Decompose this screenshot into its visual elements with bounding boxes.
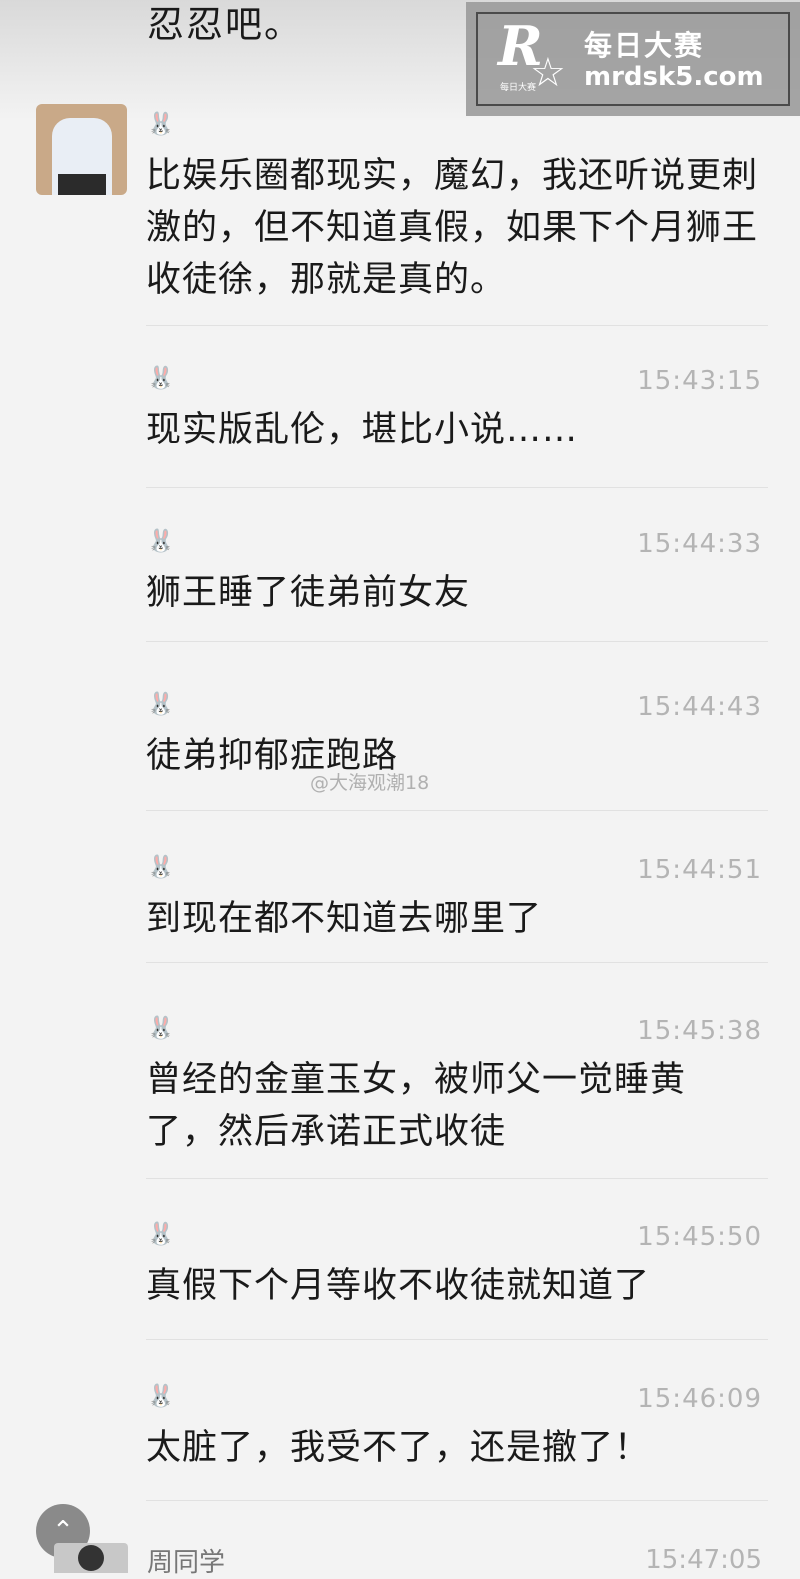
weibo-watermark: @大海观潮18 — [310, 772, 430, 794]
message-text: 太脏了，我受不了，还是撤了！ — [146, 1428, 651, 1468]
message-text: 比娱乐圈都现实，魔幻，我还听说更刺激的，但不知道真假，如果下个月狮王收徒徐，那就… — [146, 156, 759, 300]
watermark-url: mrdsk5.com — [584, 62, 764, 92]
rabbit-icon: 🐰 — [147, 692, 175, 717]
watermark-frame: R ☆ 每日大赛 每日大赛 mrdsk5.com — [476, 12, 790, 106]
message-time: 15:46:09 — [637, 1384, 762, 1414]
message-separator — [146, 641, 768, 642]
message-time: 15:47:05 — [645, 1545, 762, 1575]
message-separator — [146, 962, 768, 963]
sender-name: 周同学 — [147, 1548, 226, 1578]
site-watermark: R ☆ 每日大赛 每日大赛 mrdsk5.com — [466, 2, 800, 116]
message-text: 狮王睡了徒弟前女友 — [146, 573, 471, 613]
message-separator — [146, 1339, 768, 1340]
watermark-logo: R ☆ 每日大赛 — [498, 14, 568, 98]
logo-small-text: 每日大赛 — [500, 83, 537, 93]
previous-message-tail: 忍忍吧。 — [147, 3, 303, 46]
chevron-up-icon: ⌃ — [52, 1516, 74, 1546]
avatar-pants — [58, 174, 106, 195]
message-time: 15:43:15 — [637, 366, 762, 396]
rabbit-icon: 🐰 — [147, 1016, 175, 1041]
message-time: 15:44:43 — [637, 692, 762, 722]
rabbit-icon: 🐰 — [147, 366, 175, 391]
message-time: 15:44:33 — [637, 529, 762, 559]
rabbit-icon: 🐰 — [147, 1384, 175, 1409]
message-time: 15:44:51 — [637, 855, 762, 885]
message-text: 现实版乱伦，堪比小说…… — [146, 410, 579, 450]
rabbit-icon: 🐰 — [147, 529, 175, 554]
avatar-head — [78, 1545, 104, 1571]
rabbit-icon: 🐰 — [147, 112, 175, 137]
message-separator — [146, 487, 768, 488]
rabbit-icon: 🐰 — [147, 855, 175, 880]
message-text: 真假下个月等收不收徒就知道了 — [146, 1266, 651, 1306]
message-text: 曾经的金童玉女，被师父一觉睡黄了，然后承诺正式收徒 — [146, 1060, 687, 1152]
message-text: 到现在都不知道去哪里了 — [146, 899, 543, 939]
message-separator — [146, 325, 768, 326]
message-separator — [146, 810, 768, 811]
message-text: 徒弟抑郁症跑路 — [146, 736, 399, 776]
sender-avatar[interactable] — [54, 1543, 128, 1573]
message-separator — [146, 1178, 768, 1179]
message-separator — [146, 1500, 768, 1501]
rabbit-icon: 🐰 — [147, 1222, 175, 1247]
message-time: 15:45:50 — [637, 1222, 762, 1252]
watermark-title: 每日大赛 — [584, 29, 705, 62]
message-time: 15:45:38 — [637, 1016, 762, 1046]
sender-avatar[interactable] — [36, 104, 127, 195]
